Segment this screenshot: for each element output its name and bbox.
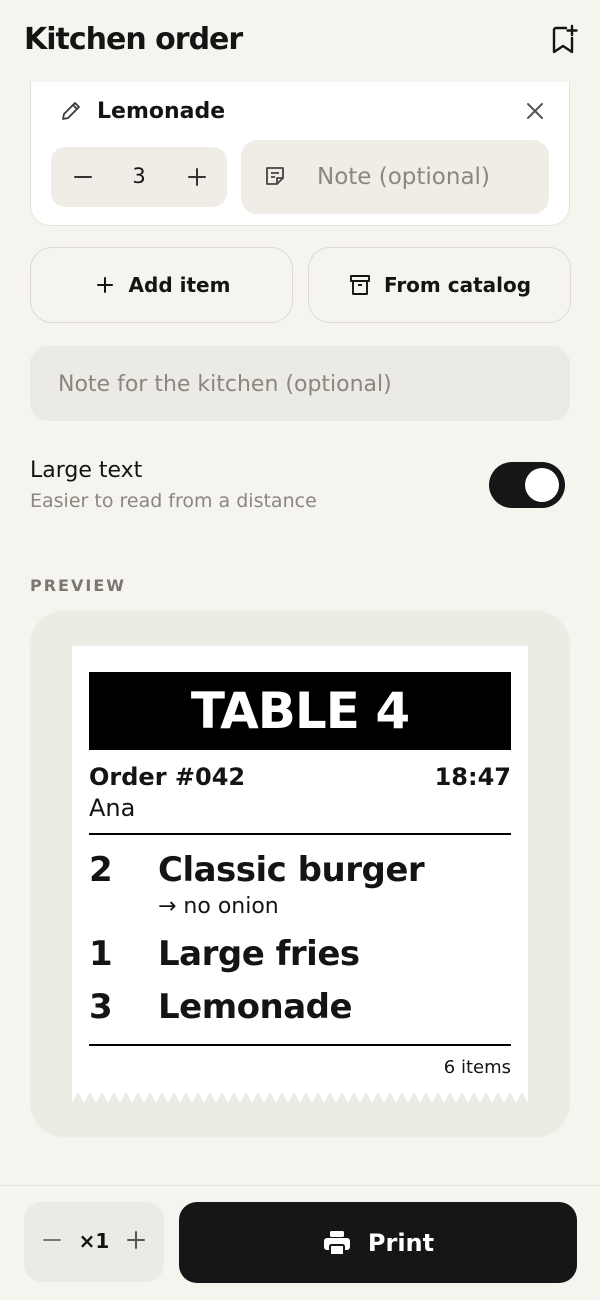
from-catalog-label: From catalog bbox=[383, 273, 532, 297]
archive-icon bbox=[349, 275, 370, 295]
decrement-button[interactable] bbox=[67, 161, 99, 193]
receipt-table: TABLE 4 bbox=[89, 672, 511, 750]
printer-icon bbox=[323, 1230, 350, 1256]
bottom-bar: ×1 Print bbox=[0, 1185, 600, 1300]
large-text-subtitle: Easier to read from a distance bbox=[30, 490, 317, 512]
receipt-line-name: Lemonade bbox=[158, 987, 353, 1027]
item-note-placeholder: Note (optional) bbox=[317, 164, 490, 190]
toggle-knob bbox=[525, 468, 559, 502]
item-name: Lemonade bbox=[97, 99, 226, 124]
copies-stepper: ×1 bbox=[24, 1202, 164, 1282]
large-text-title: Large text bbox=[30, 458, 143, 483]
print-label: Print bbox=[367, 1228, 435, 1257]
receipt-line-name: Classic burger bbox=[158, 850, 425, 890]
from-catalog-button[interactable]: From catalog bbox=[308, 247, 571, 323]
receipt-time: 18:47 bbox=[434, 763, 511, 791]
order-item-card: Lemonade 3 Note (optional) bbox=[30, 66, 570, 226]
receipt-line-qty: 3 bbox=[89, 987, 113, 1027]
note-icon bbox=[266, 167, 284, 185]
receipt-line-qty: 1 bbox=[89, 934, 113, 974]
page-title: Kitchen order bbox=[24, 22, 243, 57]
item-note-field[interactable]: Note (optional) bbox=[241, 140, 549, 214]
receipt-divider bbox=[89, 833, 511, 835]
add-item-button[interactable]: Add item bbox=[30, 247, 293, 323]
quantity-stepper: 3 bbox=[51, 147, 227, 207]
receipt-divider bbox=[89, 1044, 511, 1046]
receipt-line-name: Large fries bbox=[158, 934, 360, 974]
bookmark-add-icon[interactable] bbox=[550, 24, 578, 56]
kitchen-note-field[interactable]: Note for the kitchen (optional) bbox=[30, 346, 570, 421]
add-item-label: Add item bbox=[128, 273, 231, 297]
kitchen-note-placeholder: Note for the kitchen (optional) bbox=[58, 372, 392, 397]
copies-decrement-button[interactable] bbox=[40, 1228, 64, 1252]
print-button[interactable]: Print bbox=[179, 1202, 577, 1283]
plus-icon bbox=[96, 277, 113, 293]
large-text-toggle[interactable] bbox=[489, 462, 565, 508]
header: Kitchen order bbox=[0, 0, 600, 82]
receipt-order-number: Order #042 bbox=[89, 763, 246, 791]
increment-button[interactable] bbox=[181, 161, 213, 193]
close-icon[interactable] bbox=[523, 99, 547, 123]
receipt-item-count: 6 items bbox=[443, 1057, 511, 1078]
quantity-value: 3 bbox=[132, 164, 146, 188]
receipt-preview: TABLE 4 Order #042 18:47 Ana 2 Classic b… bbox=[30, 611, 570, 1137]
pencil-icon[interactable] bbox=[59, 99, 83, 123]
copies-value: ×1 bbox=[78, 1229, 110, 1253]
receipt-line-modifier: → no onion bbox=[158, 894, 279, 919]
receipt: TABLE 4 Order #042 18:47 Ana 2 Classic b… bbox=[72, 646, 528, 1103]
preview-label: PREVIEW bbox=[30, 576, 126, 595]
copies-increment-button[interactable] bbox=[124, 1228, 148, 1252]
receipt-customer: Ana bbox=[89, 794, 136, 822]
receipt-tear-edge bbox=[72, 1092, 528, 1103]
receipt-line-qty: 2 bbox=[89, 850, 113, 890]
